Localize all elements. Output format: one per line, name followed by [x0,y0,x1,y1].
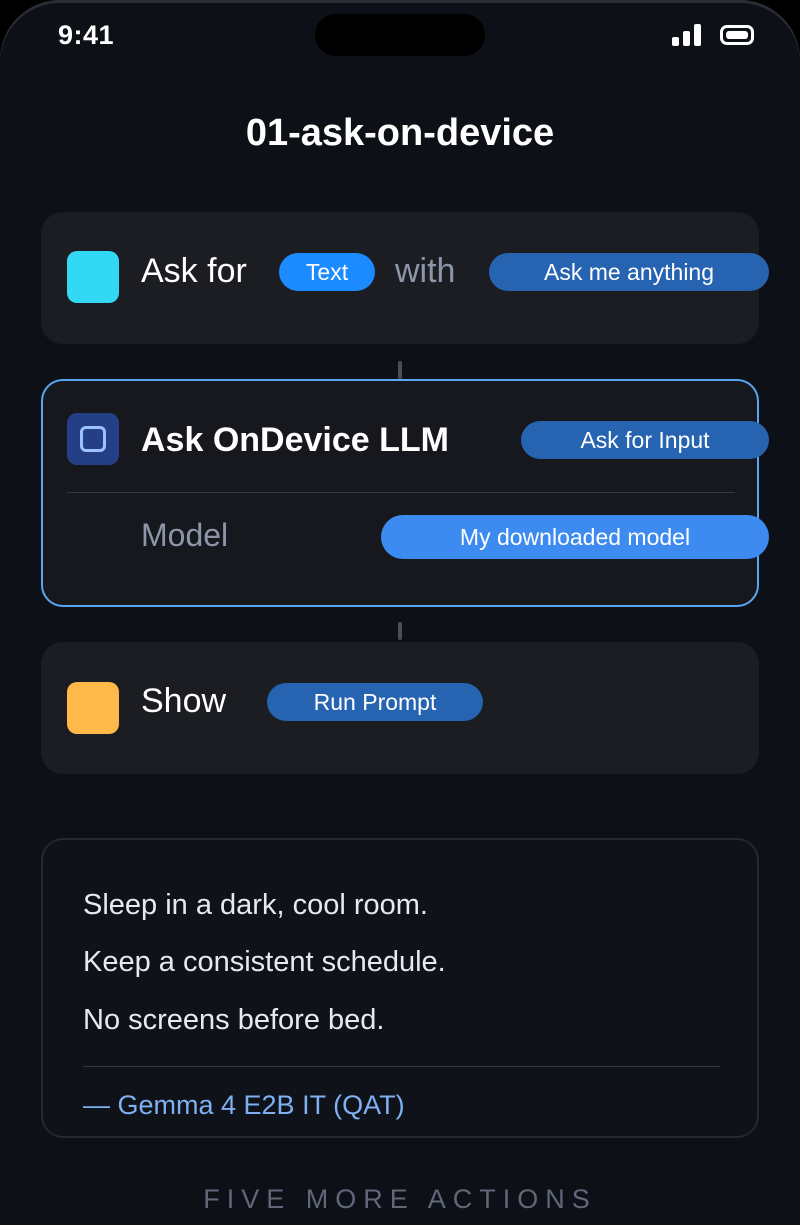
output-card: Sleep in a dark, cool room. Keep a consi… [41,838,759,1138]
model-attribution: — Gemma 4 E2B IT (QAT) [83,1090,405,1120]
status-time: 9:41 [58,20,115,50]
output-line: Keep a consistent schedule. [83,946,446,978]
step-label: Ask OnDevice LLM [141,421,449,459]
value-pill[interactable]: Run Prompt [267,683,483,721]
output-line: No screens before bed. [83,1004,385,1036]
input-pill[interactable]: Ask for Input [521,421,769,459]
step-connector [398,361,402,379]
status-bar: 9:41 [0,0,800,80]
more-actions-label[interactable]: FIVE MORE ACTIONS [0,1184,800,1215]
dynamic-island [315,14,485,56]
signal-icon [672,24,706,46]
ask-for-action-icon [67,251,119,303]
type-pill[interactable]: Text [279,253,375,291]
workflow-title: 01-ask-on-device [245,112,555,154]
step-connector [398,622,402,640]
output-divider [83,1066,720,1067]
output-line: Sleep in a dark, cool room. [83,889,428,921]
step-ask-ondevice-llm[interactable]: Ask OnDevice LLM Ask for Input Model My … [41,379,769,607]
square-icon [80,426,106,452]
model-pill[interactable]: My downloaded model [381,515,769,559]
step-ask-for[interactable]: Ask for Text with Ask me anything [41,212,769,344]
step-label: Show [141,682,227,720]
prompt-pill[interactable]: Ask me anything [489,253,769,291]
step-show[interactable]: Show Run Prompt [41,642,759,774]
param-label: Model [141,517,229,553]
step-label: Ask for [141,252,247,290]
card-divider [67,492,735,493]
show-action-icon [67,682,119,734]
llm-action-icon [67,413,119,465]
battery-icon [720,25,754,45]
connector-word: with [395,252,456,290]
phone-screen: 9:41 01-ask-on-device Ask for Text with … [0,0,800,1225]
